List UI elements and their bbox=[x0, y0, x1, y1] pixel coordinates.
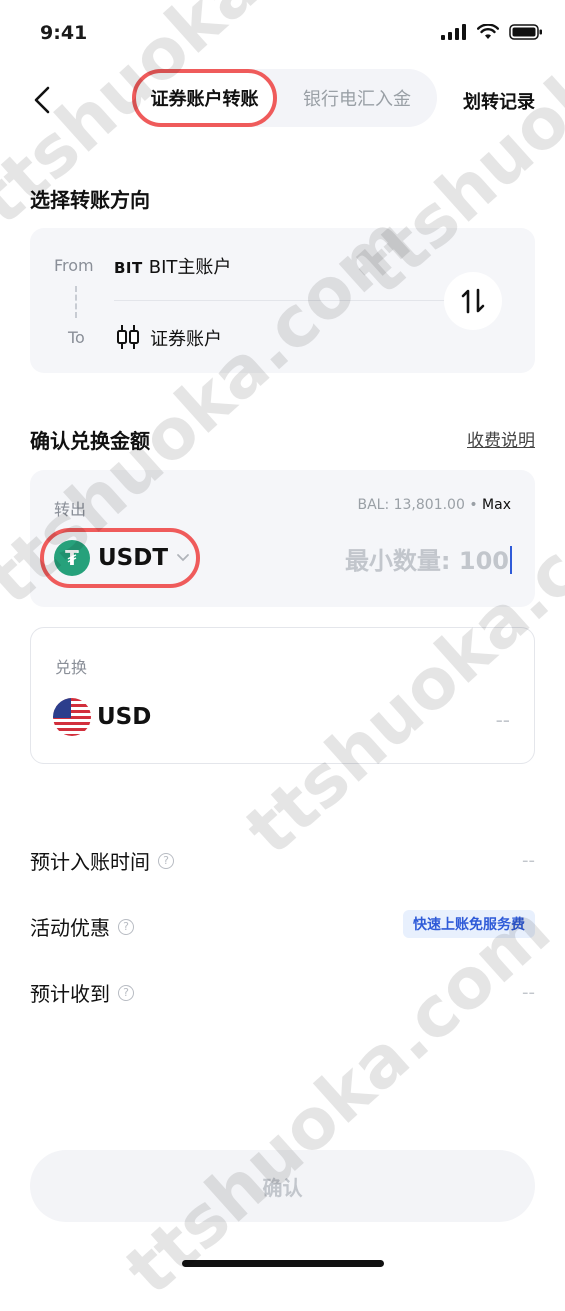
confirm-button[interactable]: 确认 bbox=[30, 1150, 535, 1222]
direction-card: From BIT BIT主账户 To 证券账户 bbox=[30, 228, 535, 373]
receive-row: 预计收到 ? bbox=[30, 978, 134, 1007]
receive-label: 预计收到 bbox=[30, 982, 110, 1006]
help-icon[interactable]: ? bbox=[118, 984, 134, 1001]
to-label: To bbox=[68, 328, 85, 347]
transfer-out-card: 转出 BAL: 13,801.00 • Max ₮ USDT bbox=[30, 470, 535, 607]
tether-icon: ₮ bbox=[54, 540, 90, 576]
chevron-left-icon bbox=[34, 86, 50, 114]
help-icon[interactable]: ? bbox=[118, 918, 134, 935]
direction-connector bbox=[75, 286, 77, 318]
balance-row: BAL: 13,801.00 • Max bbox=[357, 497, 511, 513]
arrival-time-row: 预计入账时间 ? bbox=[30, 846, 174, 875]
battery-icon bbox=[509, 24, 542, 40]
tab-bank-wire[interactable]: 银行电汇入金 bbox=[282, 69, 432, 127]
back-button[interactable] bbox=[28, 82, 58, 118]
from-label: From bbox=[54, 256, 94, 275]
direction-divider bbox=[114, 300, 454, 301]
from-account[interactable]: BIT BIT主账户 bbox=[114, 253, 231, 279]
text-caret bbox=[510, 546, 512, 574]
from-account-name: BIT主账户 bbox=[148, 257, 232, 278]
direction-title: 选择转账方向 bbox=[30, 188, 150, 212]
transfer-records-link[interactable]: 划转记录 bbox=[463, 88, 535, 114]
help-icon[interactable]: ? bbox=[158, 852, 174, 869]
amount-title: 确认兑换金额 bbox=[30, 429, 150, 453]
to-account-name: 证券账户 bbox=[150, 329, 222, 350]
wifi-icon bbox=[477, 24, 499, 39]
swap-direction-button[interactable] bbox=[444, 272, 502, 330]
home-indicator bbox=[182, 1260, 384, 1267]
transfer-out-label: 转出 bbox=[54, 500, 87, 519]
candlestick-icon bbox=[117, 325, 139, 349]
transfer-type-tabs: 证券账户转账 银行电汇入金 bbox=[132, 69, 437, 127]
status-icons bbox=[441, 24, 543, 40]
exchange-label: 兑换 bbox=[55, 658, 88, 677]
exchange-coin: USD bbox=[97, 704, 152, 730]
fee-info-link[interactable]: 收费说明 bbox=[467, 426, 535, 451]
promo-label: 活动优惠 bbox=[30, 916, 110, 940]
arrival-time-value: -- bbox=[522, 850, 535, 871]
status-time: 9:41 bbox=[40, 22, 88, 44]
to-account[interactable]: 证券账户 bbox=[150, 325, 222, 351]
balance-separator: • bbox=[469, 497, 478, 513]
exchange-card: 兑换 USD -- bbox=[30, 627, 535, 764]
amount-input[interactable] bbox=[247, 540, 511, 582]
max-button[interactable]: Max bbox=[482, 497, 511, 513]
signal-icon bbox=[441, 24, 466, 40]
chevron-down-icon bbox=[177, 554, 189, 562]
promo-row: 活动优惠 ? bbox=[30, 912, 134, 941]
coin-selector[interactable]: ₮ USDT bbox=[40, 528, 200, 588]
receive-value: -- bbox=[522, 982, 535, 1003]
arrival-time-label: 预计入账时间 bbox=[30, 850, 150, 874]
coin-name: USDT bbox=[98, 545, 169, 571]
bit-logo: BIT bbox=[114, 259, 143, 277]
balance-text: BAL: 13,801.00 bbox=[357, 497, 465, 513]
swap-vertical-icon bbox=[461, 288, 485, 314]
us-flag-icon bbox=[53, 698, 91, 736]
tab-securities-transfer[interactable]: 证券账户转账 bbox=[132, 69, 277, 127]
promo-badge: 快速上账免服务费 bbox=[403, 910, 535, 938]
watermark: ttshuoka.com bbox=[110, 889, 565, 1311]
exchange-value: -- bbox=[495, 708, 510, 732]
